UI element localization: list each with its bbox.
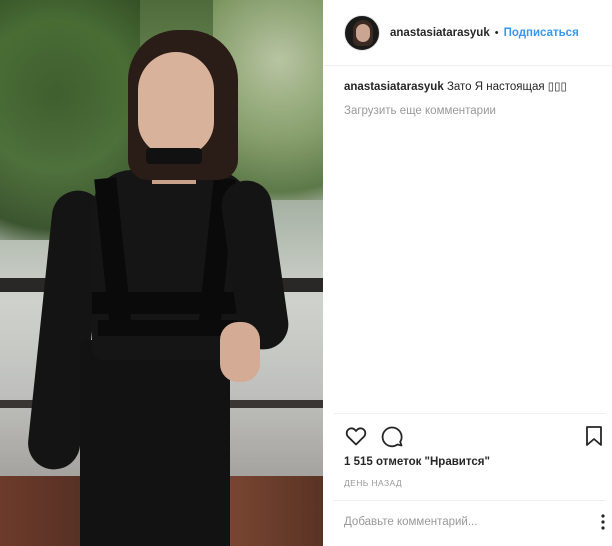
- avatar-face: [356, 23, 370, 42]
- person-face: [138, 52, 214, 156]
- follow-button[interactable]: Подписаться: [504, 27, 579, 39]
- comment-icon: [381, 426, 403, 448]
- save-button[interactable]: [582, 424, 606, 448]
- divider: [334, 413, 606, 414]
- load-more-comments-link[interactable]: Загрузить еще комментарии: [344, 105, 606, 117]
- more-options-icon: [601, 514, 605, 530]
- person-hand: [220, 322, 260, 382]
- like-button[interactable]: [344, 424, 368, 448]
- comments-section: anastasiatarasyuk Зато Я настоящая ▯▯▯ З…: [344, 80, 606, 117]
- caption: anastasiatarasyuk Зато Я настоящая ▯▯▯: [344, 80, 606, 95]
- avatar[interactable]: [344, 14, 380, 51]
- post-timestamp[interactable]: День назад: [344, 478, 402, 488]
- bookmark-icon: [586, 426, 602, 446]
- likes-count[interactable]: 1 515 отметок "Нравится": [344, 456, 490, 468]
- action-bar: [344, 424, 606, 448]
- post-photo[interactable]: [0, 0, 323, 546]
- person-skirt: [80, 340, 230, 546]
- header-username[interactable]: anastasiatarasyuk: [390, 27, 490, 39]
- caption-text: Зато Я настоящая ▯▯▯: [446, 81, 567, 93]
- add-comment-input[interactable]: [344, 510, 584, 534]
- photo-person: [25, 30, 292, 546]
- heart-icon: [345, 427, 367, 446]
- post-header: anastasiatarasyuk • Подписаться: [324, 0, 612, 66]
- more-options-button[interactable]: [594, 512, 612, 532]
- person-collar: [146, 148, 202, 164]
- comment-button[interactable]: [380, 424, 404, 448]
- divider: [334, 500, 606, 501]
- caption-username[interactable]: anastasiatarasyuk: [344, 81, 444, 93]
- header-separator: •: [494, 26, 499, 39]
- harness-belt: [92, 292, 252, 314]
